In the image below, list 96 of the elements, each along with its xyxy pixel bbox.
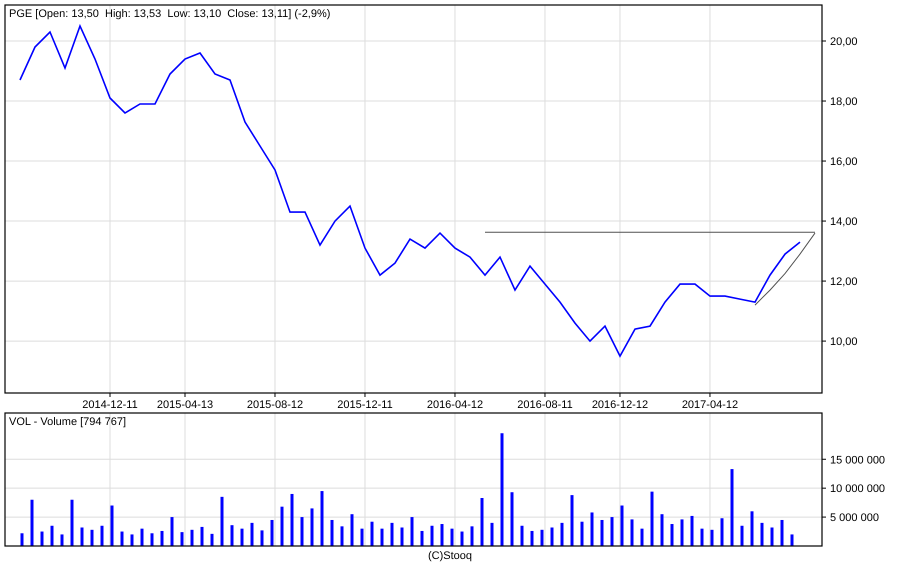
axis-label: 5 000 000 <box>830 512 879 524</box>
volume-bar <box>260 530 264 546</box>
volume-bar <box>700 528 704 546</box>
volume-bar <box>710 530 714 546</box>
volume-bar <box>690 516 694 546</box>
volume-bar <box>230 525 234 546</box>
volume-bar <box>150 533 154 546</box>
volume-bar <box>640 528 644 546</box>
volume-bar <box>270 520 274 546</box>
axis-label: 2016-12-12 <box>592 399 648 411</box>
axis-label: 10,00 <box>830 336 858 348</box>
volume-bar <box>30 500 34 546</box>
volume-bar <box>630 519 634 546</box>
volume-bar <box>470 526 474 546</box>
volume-bar <box>110 506 114 546</box>
volume-bar <box>510 492 514 546</box>
volume-bar <box>770 528 774 546</box>
volume-bar <box>40 532 44 546</box>
volume-bar <box>440 524 444 546</box>
volume-bar <box>580 522 584 546</box>
volume-bar <box>60 534 64 546</box>
volume-bar <box>560 522 564 546</box>
volume-bar <box>370 522 374 546</box>
volume-bar <box>290 494 294 546</box>
volume-bar <box>530 530 534 546</box>
volume-bar <box>190 530 194 546</box>
axis-label: 2015-08-12 <box>246 399 304 411</box>
volume-bar <box>90 530 94 546</box>
volume-bar <box>760 522 764 546</box>
volume-bar <box>620 506 624 546</box>
volume-bar <box>600 520 604 546</box>
volume-bar <box>220 496 224 546</box>
volume-bar <box>160 530 164 546</box>
volume-bar <box>350 514 354 546</box>
volume-bar <box>170 517 174 546</box>
axis-label: 2015-12-11 <box>337 399 393 411</box>
volume-bar <box>300 517 304 546</box>
volume-bar <box>540 530 544 546</box>
volume-bar <box>240 528 244 546</box>
axis-label: 14,00 <box>830 216 858 228</box>
volume-bar <box>400 528 404 546</box>
volume-bar <box>570 495 574 546</box>
axis-label: 2016-04-12 <box>426 399 484 411</box>
volume-bar <box>120 532 124 546</box>
volume-bar <box>70 500 74 546</box>
axis-label: 2017-04-12 <box>682 399 738 411</box>
volume-bar <box>670 524 674 546</box>
volume-bar <box>450 528 454 546</box>
volume-bar <box>360 528 364 546</box>
volume-bar <box>390 522 394 546</box>
volume-bar <box>380 528 384 546</box>
volume-bar <box>520 526 524 546</box>
volume-bar <box>790 534 794 546</box>
volume-bar <box>310 508 314 546</box>
volume-bar <box>780 520 784 546</box>
volume-bar <box>340 526 344 546</box>
volume-bar <box>50 526 54 546</box>
axis-label: 15 000 000 <box>830 454 886 466</box>
volume-bar <box>460 532 464 546</box>
volume-bar <box>480 498 484 546</box>
volume-bar <box>280 506 284 546</box>
volume-bar <box>430 526 434 546</box>
chart-title: VOL - Volume [794 767] <box>9 416 126 428</box>
volume-bar <box>420 530 424 546</box>
volume-bar <box>250 522 254 546</box>
volume-bar <box>720 518 724 546</box>
volume-bar <box>590 512 594 546</box>
axis-label: 20,00 <box>830 36 858 48</box>
volume-bar <box>660 514 664 546</box>
axis-label: 2016-08-11 <box>517 399 573 411</box>
volume-bar <box>740 526 744 546</box>
axis-label: 16,00 <box>830 156 858 168</box>
volume-bar <box>200 526 204 546</box>
axis-label: 12,00 <box>830 276 858 288</box>
volume-bar <box>490 522 494 546</box>
volume-bar <box>680 519 684 546</box>
volume-bar <box>550 528 554 546</box>
chart-title: PGE [Open: 13,50 High: 13,53 Low: 13,10 Close: 13,11] (-2,9%) <box>9 8 330 20</box>
volume-bar <box>180 532 184 546</box>
axis-label: 18,00 <box>830 96 858 108</box>
axis-label: 2014-12-11 <box>82 399 138 411</box>
volume-bar <box>80 528 84 546</box>
volume-bar <box>410 517 414 546</box>
volume-bar <box>320 491 324 546</box>
volume-bar <box>210 534 214 546</box>
volume-bar <box>750 511 754 546</box>
volume-bar <box>140 528 144 546</box>
volume-bar <box>100 526 104 546</box>
axis-label: 2015-04-13 <box>156 399 214 411</box>
volume-bar <box>130 534 134 546</box>
volume-bar <box>20 533 24 546</box>
volume-bar <box>330 520 334 546</box>
volume-bar <box>650 492 654 546</box>
volume-bar <box>610 517 614 546</box>
axis-label: 10 000 000 <box>830 483 886 496</box>
copyright-text: (C)Stooq <box>428 550 472 563</box>
